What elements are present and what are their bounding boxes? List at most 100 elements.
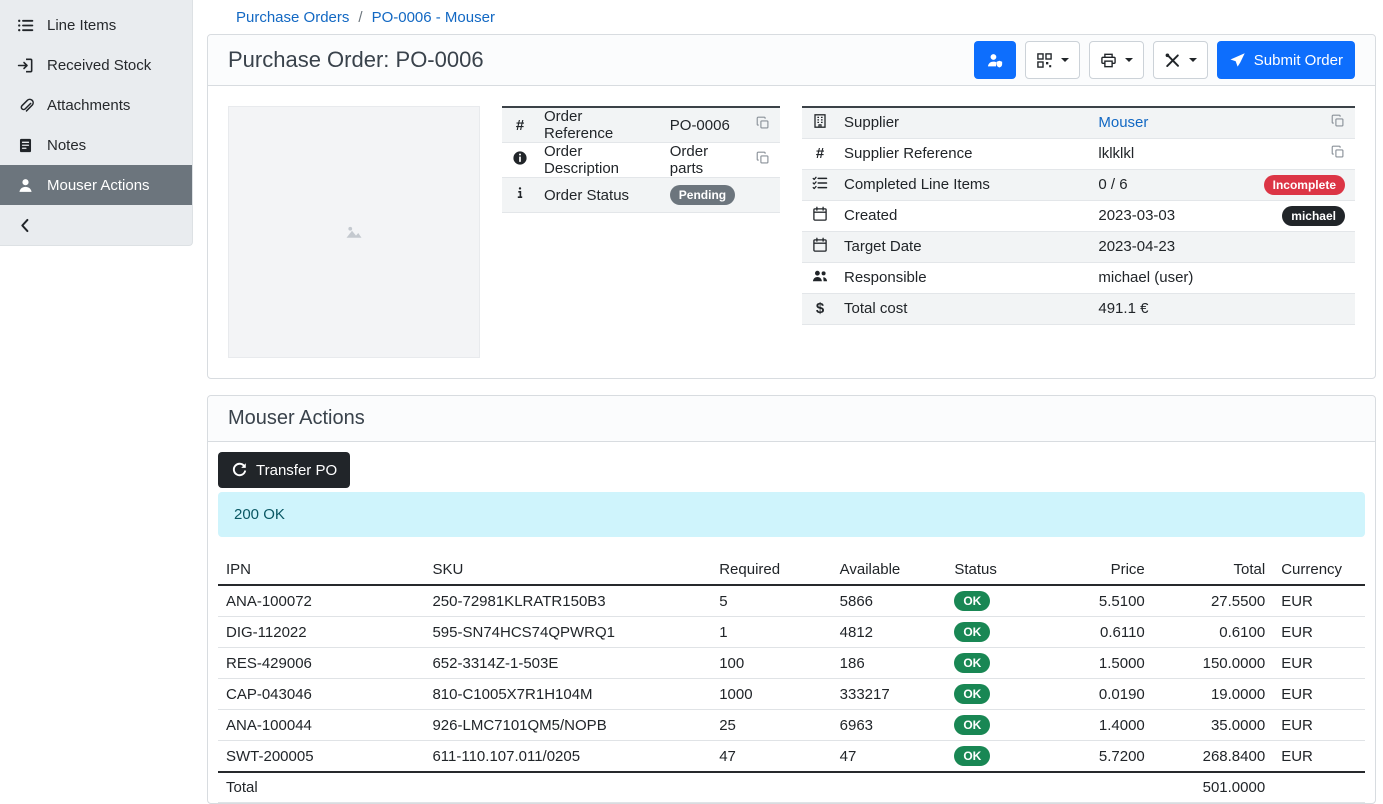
cell-total: 150.0000 bbox=[1153, 648, 1273, 679]
detail-label: Order Status bbox=[536, 178, 662, 213]
order-actions-toolbar: Submit Order bbox=[974, 41, 1355, 79]
user-icon bbox=[17, 177, 34, 194]
cell-status: OK bbox=[946, 617, 1043, 648]
table-total-row: Total501.0000 bbox=[218, 772, 1365, 802]
part-row: CAP-043046810-C1005X7R1H104M1000333217OK… bbox=[218, 679, 1365, 710]
breadcrumb-current-link[interactable]: PO-0006 - Mouser bbox=[372, 9, 495, 26]
cell-sku: 595-SN74HCS74QPWRQ1 bbox=[424, 617, 711, 648]
detail-row-completed-line-items: Completed Line Items0 / 6Incomplete bbox=[802, 169, 1355, 200]
users-icon bbox=[812, 268, 828, 284]
cell-available: 333217 bbox=[832, 679, 947, 710]
detail-row-supplier: SupplierMouser bbox=[802, 107, 1355, 138]
print-actions-button[interactable] bbox=[1089, 41, 1144, 79]
cell-status: OK bbox=[946, 585, 1043, 617]
mouser-parts-table: IPNSKURequiredAvailableStatusPriceTotalC… bbox=[218, 555, 1365, 803]
sidebar-item-notes[interactable]: Notes bbox=[0, 125, 192, 165]
copy-icon[interactable] bbox=[1331, 145, 1345, 159]
cell-currency: EUR bbox=[1273, 648, 1365, 679]
response-alert: 200 OK bbox=[218, 492, 1365, 537]
order-image-placeholder[interactable] bbox=[228, 106, 480, 358]
printer-icon bbox=[1100, 52, 1117, 69]
copy-icon[interactable] bbox=[1331, 114, 1345, 128]
purchase-order-details: #Order ReferencePO-0006Order Description… bbox=[208, 86, 1375, 378]
sidebar-collapse-button[interactable] bbox=[0, 205, 192, 245]
note-icon bbox=[17, 137, 34, 154]
cell-required: 25 bbox=[711, 710, 831, 741]
part-row: RES-429006652-3314Z-1-503E100186OK1.5000… bbox=[218, 648, 1365, 679]
breadcrumb-separator: / bbox=[358, 9, 362, 26]
part-row: DIG-112022595-SN74HCS74QPWRQ114812OK0.61… bbox=[218, 617, 1365, 648]
cell-status: OK bbox=[946, 648, 1043, 679]
column-header-available: Available bbox=[832, 555, 947, 585]
cell-available: 186 bbox=[832, 648, 947, 679]
detail-label: Created bbox=[836, 200, 1090, 231]
sidebar-item-label: Mouser Actions bbox=[47, 177, 150, 194]
detail-row-created: Created2023-03-03michael bbox=[802, 200, 1355, 231]
breadcrumb-purchase-orders-link[interactable]: Purchase Orders bbox=[236, 9, 349, 26]
copy-icon[interactable] bbox=[756, 116, 770, 130]
mouser-panel-title: Mouser Actions bbox=[228, 407, 365, 430]
cell-price: 1.4000 bbox=[1044, 710, 1153, 741]
column-header-sku: SKU bbox=[424, 555, 711, 585]
detail-row-order-reference: #Order ReferencePO-0006 bbox=[502, 107, 780, 143]
supplier-link[interactable]: Mouser bbox=[1098, 114, 1148, 131]
order-details-table: #Order ReferencePO-0006Order Description… bbox=[502, 106, 780, 213]
barcode-actions-button[interactable] bbox=[1025, 41, 1080, 79]
mouser-panel-header: Mouser Actions bbox=[208, 396, 1375, 442]
cell-required: 47 bbox=[711, 741, 831, 773]
ok-badge: OK bbox=[954, 715, 990, 735]
calendar-icon bbox=[812, 237, 828, 253]
cell-available: 6963 bbox=[832, 710, 947, 741]
cell-required: 1000 bbox=[711, 679, 831, 710]
column-header-price: Price bbox=[1044, 555, 1153, 585]
cell-status: OK bbox=[946, 710, 1043, 741]
cell-empty bbox=[832, 772, 947, 802]
cell-required: 1 bbox=[711, 617, 831, 648]
hash-icon: # bbox=[512, 118, 528, 134]
ok-badge: OK bbox=[954, 622, 990, 642]
cell-sku: 810-C1005X7R1H104M bbox=[424, 679, 711, 710]
transfer-po-button[interactable]: Transfer PO bbox=[218, 452, 350, 488]
table-header-row: IPNSKURequiredAvailableStatusPriceTotalC… bbox=[218, 555, 1365, 585]
sidebar-item-attachments[interactable]: Attachments bbox=[0, 85, 192, 125]
part-row: ANA-100044926-LMC7101QM5/NOPB256963OK1.4… bbox=[218, 710, 1365, 741]
cell-sku: 611-110.107.011/0205 bbox=[424, 741, 711, 773]
cell-available: 5866 bbox=[832, 585, 947, 617]
order-options-button[interactable] bbox=[1153, 41, 1208, 79]
sidebar-item-received-stock[interactable]: Received Stock bbox=[0, 45, 192, 85]
copy-icon[interactable] bbox=[756, 151, 770, 165]
detail-value: 0 / 6 bbox=[1098, 176, 1127, 193]
detail-label: Target Date bbox=[836, 231, 1090, 262]
submit-order-button[interactable]: Submit Order bbox=[1217, 41, 1355, 79]
detail-row-responsible: Responsiblemichael (user) bbox=[802, 262, 1355, 293]
ok-badge: OK bbox=[954, 746, 990, 766]
transfer-po-label: Transfer PO bbox=[256, 462, 337, 479]
cell-ipn: ANA-100072 bbox=[218, 585, 424, 617]
sidebar-item-mouser-actions[interactable]: Mouser Actions bbox=[0, 165, 192, 205]
cell-currency: EUR bbox=[1273, 617, 1365, 648]
cell-total: 268.8400 bbox=[1153, 741, 1273, 773]
cell-price: 0.6110 bbox=[1044, 617, 1153, 648]
cell-price: 5.5100 bbox=[1044, 585, 1153, 617]
caret-down-icon bbox=[1061, 58, 1069, 62]
detail-label: Supplier Reference bbox=[836, 138, 1090, 169]
part-row: ANA-100072250-72981KLRATR150B355866OK5.5… bbox=[218, 585, 1365, 617]
purchase-order-panel: Purchase Order: PO-0006 bbox=[207, 34, 1376, 379]
detail-row-supplier-reference: #Supplier Referencelklklkl bbox=[802, 138, 1355, 169]
cell-total: 27.5500 bbox=[1153, 585, 1273, 617]
detail-value: Order parts bbox=[670, 143, 708, 177]
cell-empty bbox=[1044, 772, 1153, 802]
cell-empty bbox=[424, 772, 711, 802]
caret-down-icon bbox=[1125, 58, 1133, 62]
sidebar-menu: Line ItemsReceived StockAttachmentsNotes… bbox=[0, 0, 193, 246]
order-status-badge: Pending bbox=[670, 185, 735, 205]
detail-row-target-date: Target Date2023-04-23 bbox=[802, 231, 1355, 262]
cell-required: 5 bbox=[711, 585, 831, 617]
admin-user-button[interactable] bbox=[974, 41, 1016, 79]
qrcode-icon bbox=[1036, 52, 1053, 69]
page-title: Purchase Order: PO-0006 bbox=[228, 47, 484, 73]
sidebar-item-line-items[interactable]: Line Items bbox=[0, 5, 192, 45]
detail-value: 491.1 € bbox=[1098, 300, 1148, 317]
tools-icon bbox=[1164, 52, 1181, 69]
sidebar: Line ItemsReceived StockAttachmentsNotes… bbox=[0, 0, 193, 794]
